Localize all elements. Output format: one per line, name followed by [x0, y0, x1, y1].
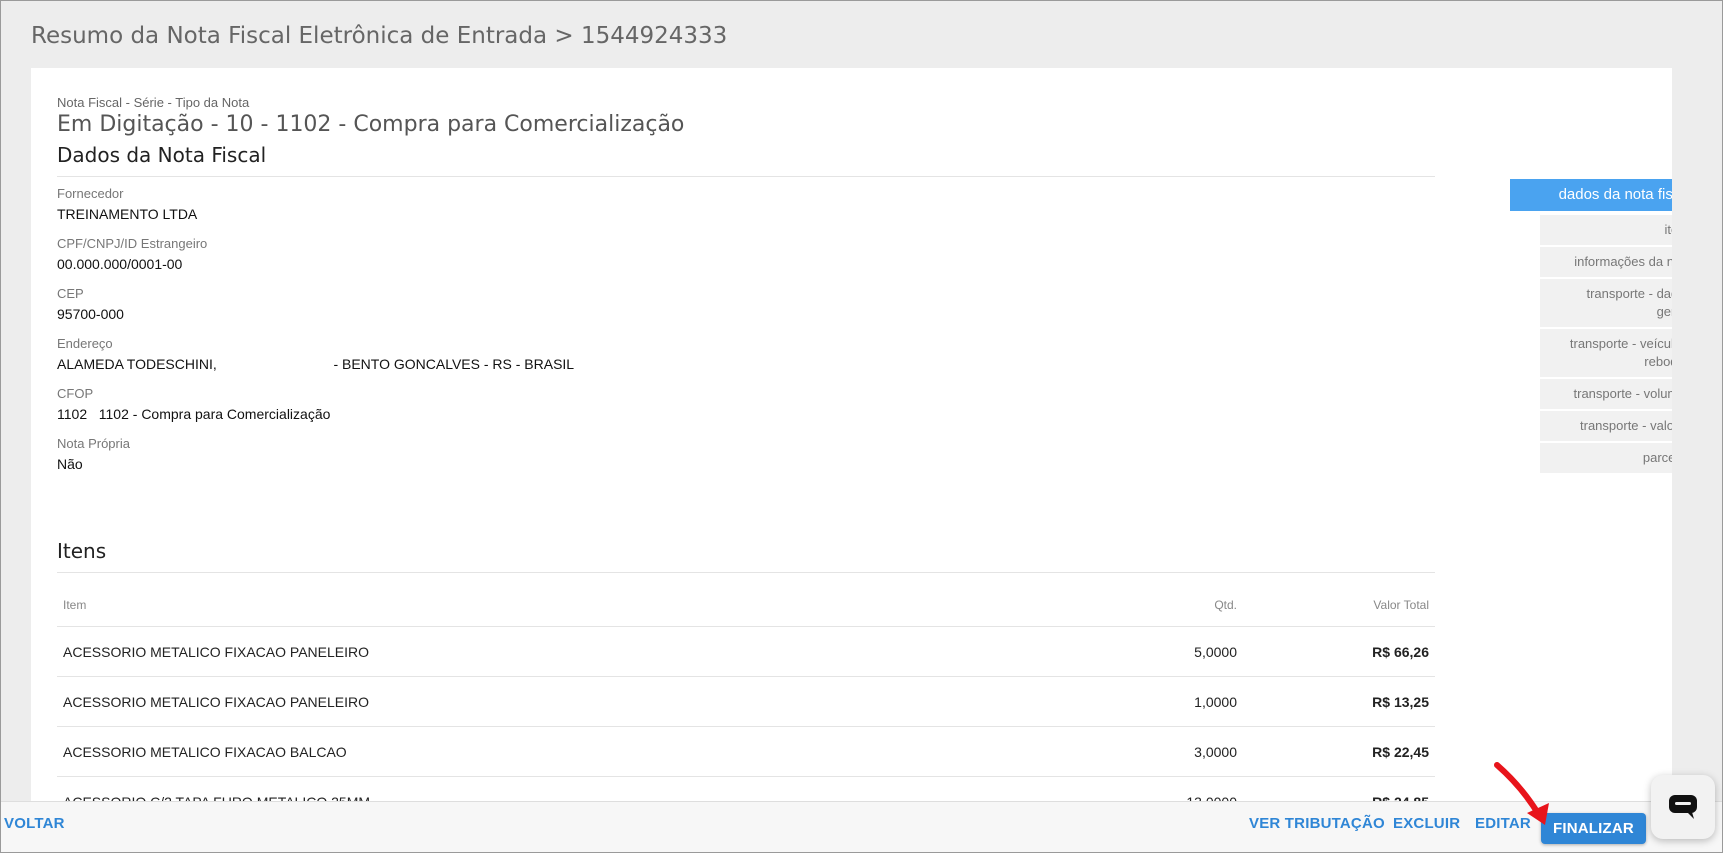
field-value: Não [57, 456, 83, 472]
column-header-total: Valor Total [1243, 584, 1435, 627]
chat-bubble-icon [1669, 795, 1697, 819]
column-header-item: Item [57, 584, 1091, 627]
app-window: Resumo da Nota Fiscal Eletrônica de Entr… [0, 0, 1723, 853]
cell-item: ACESSORIO METALICO FIXACAO PANELEIRO [57, 676, 1091, 727]
field-label: Endereço [57, 336, 113, 351]
note-heading: Em Digitação - 10 - 1102 - Compra para C… [57, 112, 685, 137]
side-nav-item-transporte-veiculo-reboque[interactable]: transporte - veículo e reboque [1540, 329, 1672, 377]
table-row[interactable]: ACESSORIO METALICO FIXACAO BALCAO 3,0000… [57, 726, 1435, 777]
side-nav-item-dados-da-nota-fiscal[interactable]: dados da nota fiscal [1510, 179, 1672, 211]
field-value: ALAMEDA TODESCHINI, - BENTO GONCALVES - … [57, 356, 575, 372]
field-value: 1102 1102 - Compra para Comercialização [57, 406, 331, 422]
side-nav-item-transporte-dados-gerais[interactable]: transporte - dados gerais [1540, 279, 1672, 327]
field-cep: CEP 95700-000 [57, 286, 124, 322]
note-overline: Nota Fiscal - Série - Tipo da Nota [57, 95, 250, 110]
items-table: Item Qtd. Valor Total ACESSORIO METALICO… [57, 584, 1435, 827]
cell-item: ACESSORIO METALICO FIXACAO BALCAO [57, 726, 1091, 777]
field-label: CPF/CNPJ/ID Estrangeiro [57, 236, 208, 251]
column-header-qtd: Qtd. [1091, 584, 1243, 627]
chat-launcher-button[interactable] [1651, 775, 1715, 839]
finalizar-button[interactable]: FINALIZAR [1541, 813, 1646, 844]
table-row[interactable]: ACESSORIO METALICO FIXACAO PANELEIRO 1,0… [57, 676, 1435, 727]
field-cfop: CFOP 1102 1102 - Compra para Comercializ… [57, 386, 330, 422]
cell-qtd: 1,0000 [1091, 676, 1243, 727]
cell-item: ACESSORIO METALICO FIXACAO PANELEIRO [57, 626, 1091, 677]
cell-total: R$ 22,45 [1243, 726, 1435, 777]
field-label: CEP [57, 286, 84, 301]
editar-button[interactable]: EDITAR [1475, 815, 1531, 832]
side-nav: dados da nota fiscal itens informações d… [1481, 179, 1672, 475]
field-nota-propria: Nota Própria Não [57, 436, 130, 472]
side-nav-item-transporte-volumes[interactable]: transporte - volumes [1540, 379, 1672, 409]
field-value: TREINAMENTO LTDA [57, 206, 198, 222]
cell-total: R$ 66,26 [1243, 626, 1435, 677]
field-value: 00.000.000/0001-00 [57, 256, 183, 272]
excluir-button[interactable]: EXCLUIR [1393, 815, 1460, 832]
side-nav-item-informacoes-da-nota[interactable]: informações da nota [1540, 247, 1672, 277]
field-value: 95700-000 [57, 306, 124, 322]
cell-qtd: 5,0000 [1091, 626, 1243, 677]
table-header-row: Item Qtd. Valor Total [57, 584, 1435, 627]
field-documento: CPF/CNPJ/ID Estrangeiro 00.000.000/0001-… [57, 236, 207, 272]
summary-card: Nota Fiscal - Série - Tipo da Nota Em Di… [31, 68, 1672, 828]
field-label: Nota Própria [57, 436, 130, 451]
cell-total: R$ 13,25 [1243, 676, 1435, 727]
field-label: Fornecedor [57, 186, 124, 201]
table-row[interactable]: ACESSORIO METALICO FIXACAO PANELEIRO 5,0… [57, 626, 1435, 677]
voltar-button[interactable]: VOLTAR [4, 815, 65, 832]
side-nav-item-itens[interactable]: itens [1540, 215, 1672, 245]
section-title-dados: Dados da Nota Fiscal [57, 143, 1435, 177]
field-fornecedor: Fornecedor TREINAMENTO LTDA [57, 186, 197, 222]
section-title-itens: Itens [57, 539, 1435, 573]
footer-action-bar: VOLTAR VER TRIBUTAÇÃO EXCLUIR EDITAR FIN… [1, 801, 1722, 852]
ver-tributacao-button[interactable]: VER TRIBUTAÇÃO [1249, 815, 1385, 832]
cell-qtd: 3,0000 [1091, 726, 1243, 777]
field-label: CFOP [57, 386, 94, 401]
page-title: Resumo da Nota Fiscal Eletrônica de Entr… [31, 23, 728, 49]
field-endereco: Endereço ALAMEDA TODESCHINI, - BENTO GON… [57, 336, 574, 372]
side-nav-item-transporte-valores[interactable]: transporte - valores [1540, 411, 1672, 441]
side-nav-item-parcelas[interactable]: parcelas [1540, 443, 1672, 473]
